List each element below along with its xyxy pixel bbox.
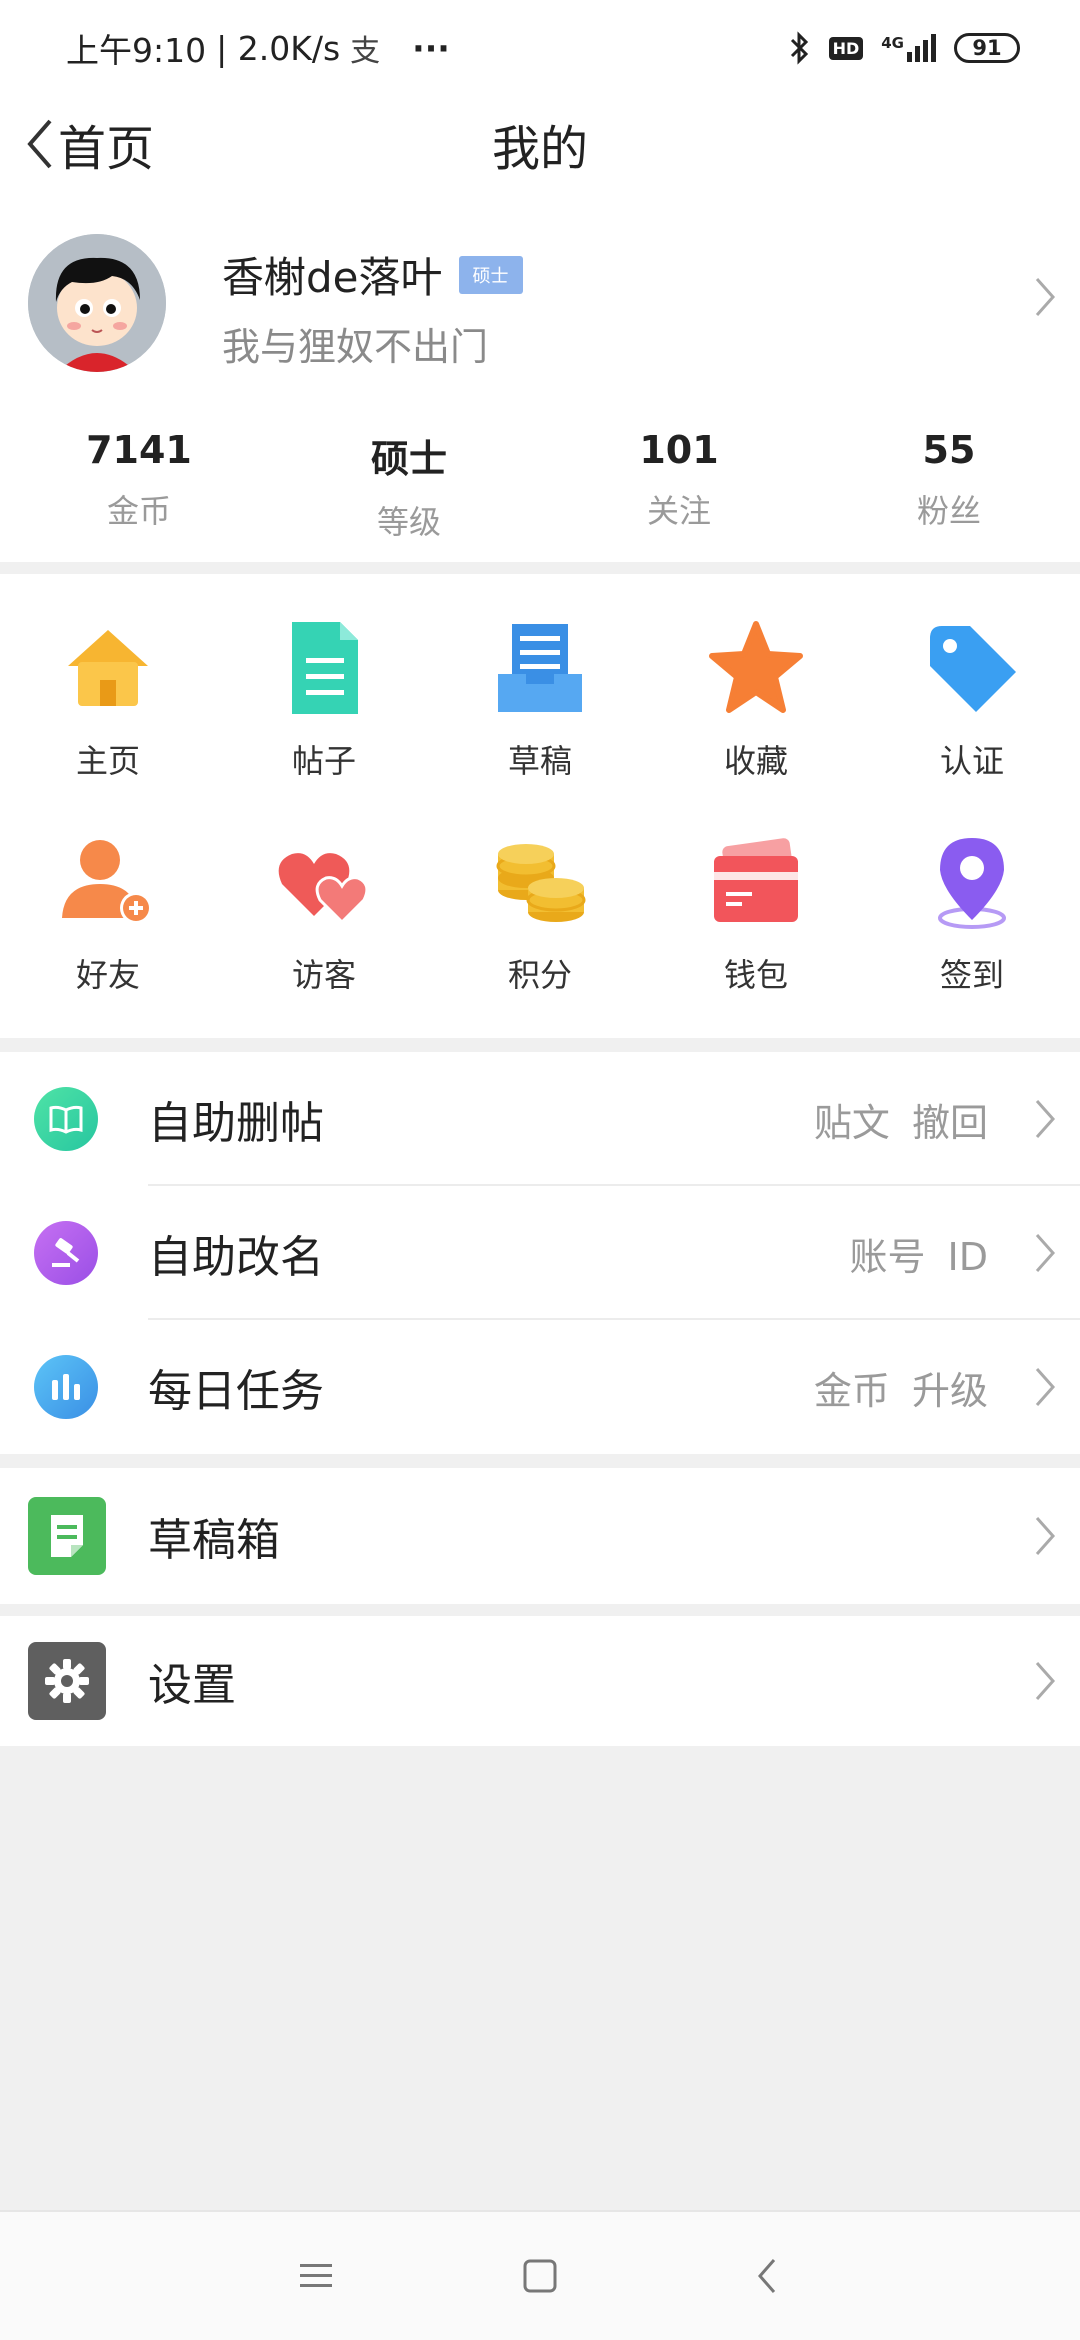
grid-item-home[interactable]: 主页 (0, 594, 216, 808)
grid-label: 收藏 (723, 742, 788, 780)
gavel-icon (34, 1221, 98, 1285)
menu-item-draft-box[interactable]: 草稿箱 (0, 1468, 1080, 1604)
stat-coins[interactable]: 7141 金币 (0, 428, 270, 543)
grid-label: 访客 (291, 956, 356, 994)
chevron-right-icon (1035, 1368, 1056, 1406)
back-label: 首页 (58, 121, 155, 177)
grid-item-checkin[interactable]: 签到 (864, 808, 1080, 1022)
stat-following[interactable]: 101 关注 (540, 428, 810, 543)
signal-icon: 4G (881, 34, 936, 62)
gear-icon (28, 1642, 106, 1720)
grid-item-friends[interactable]: 好友 (0, 808, 216, 1022)
star-icon (706, 618, 806, 718)
add-friend-icon (58, 832, 158, 932)
menu-item-rename[interactable]: 自助改名 账号 ID (0, 1186, 1080, 1320)
system-navigation-bar (0, 2210, 1080, 2340)
chevron-right-icon (1035, 1234, 1056, 1272)
bar-chart-icon (34, 1355, 98, 1419)
grid-item-favorites[interactable]: 收藏 (648, 594, 864, 808)
menu-item-delete-posts[interactable]: 自助删帖 贴文 撤回 (0, 1052, 1080, 1186)
coins-icon (490, 832, 590, 932)
username: 香榭de落叶 (222, 253, 443, 302)
grid-label: 草稿 (507, 742, 572, 780)
battery-indicator: 91 (954, 33, 1020, 63)
draft-tray-icon (490, 618, 590, 718)
grid-item-verify[interactable]: 认证 (864, 594, 1080, 808)
home-icon (58, 618, 158, 718)
menu-group-drafts: 草稿箱 (0, 1468, 1080, 1604)
profile-stats: 7141 金币 硕士 等级 101 关注 55 粉丝 (0, 428, 1080, 543)
chevron-right-icon (1035, 1662, 1056, 1700)
tag-icon (922, 618, 1022, 718)
status-time: 上午9:10 (66, 31, 207, 70)
grid-label: 主页 (75, 742, 140, 780)
book-icon (34, 1087, 98, 1151)
draft-box-icon (28, 1497, 106, 1575)
status-bar: 上午9:10 | 2.0K/s 支 ··· HD 4G 91 (0, 0, 1080, 96)
user-bio: 我与狸奴不出门 (222, 325, 489, 369)
stat-level[interactable]: 硕士 等级 (270, 428, 540, 543)
menu-group-settings: 设置 (0, 1616, 1080, 1746)
grid-label: 签到 (939, 956, 1004, 994)
grid-item-posts[interactable]: 帖子 (216, 594, 432, 808)
menu-group-self-service: 自助删帖 贴文 撤回 自助改名 账号 ID 每日任务 金币 升级 (0, 1052, 1080, 1454)
page-title: 我的 (491, 121, 588, 177)
bluetooth-icon (790, 31, 808, 65)
nav-bar: 首页 我的 (0, 96, 1080, 192)
chevron-right-icon[interactable] (1034, 276, 1056, 318)
grid-item-points[interactable]: 积分 (432, 808, 648, 1022)
hearts-icon (274, 832, 374, 932)
chevron-left-icon (27, 119, 52, 169)
avatar[interactable] (28, 234, 166, 372)
profile-card[interactable]: 香榭de落叶 硕士 我与狸奴不出门 7141 金币 硕士 等级 101 关注 5… (0, 192, 1080, 562)
chevron-right-icon (1035, 1517, 1056, 1555)
level-badge: 硕士 (458, 255, 523, 294)
grid-label: 认证 (939, 742, 1004, 780)
hd-icon: HD (828, 36, 864, 60)
menu-icon[interactable] (296, 2259, 336, 2293)
document-icon (274, 618, 374, 718)
shortcut-grid: 主页 帖子 草稿 收藏 认证 好友 访客 积分 钱包 签到 (0, 574, 1080, 1038)
grid-item-visitors[interactable]: 访客 (216, 808, 432, 1022)
alipay-icon: 支 (350, 34, 381, 69)
grid-label: 钱包 (723, 956, 788, 994)
home-nav-icon[interactable] (520, 2256, 560, 2296)
back-button[interactable]: 首页 (24, 109, 154, 179)
grid-item-drafts[interactable]: 草稿 (432, 594, 648, 808)
grid-label: 帖子 (291, 742, 356, 780)
grid-label: 好友 (75, 956, 140, 994)
menu-item-daily-tasks[interactable]: 每日任务 金币 升级 (0, 1320, 1080, 1454)
stat-followers[interactable]: 55 粉丝 (810, 428, 1080, 543)
wallet-icon (706, 832, 806, 932)
grid-label: 积分 (507, 956, 572, 994)
location-pin-icon (922, 832, 1022, 932)
more-notifications-icon: ··· (412, 28, 450, 68)
avatar-cartoon-icon (28, 234, 166, 372)
back-nav-icon[interactable] (752, 2256, 782, 2296)
chevron-right-icon (1035, 1100, 1056, 1138)
status-speed: | 2.0K/s (216, 28, 341, 68)
grid-item-wallet[interactable]: 钱包 (648, 808, 864, 1022)
menu-item-settings[interactable]: 设置 (0, 1616, 1080, 1746)
